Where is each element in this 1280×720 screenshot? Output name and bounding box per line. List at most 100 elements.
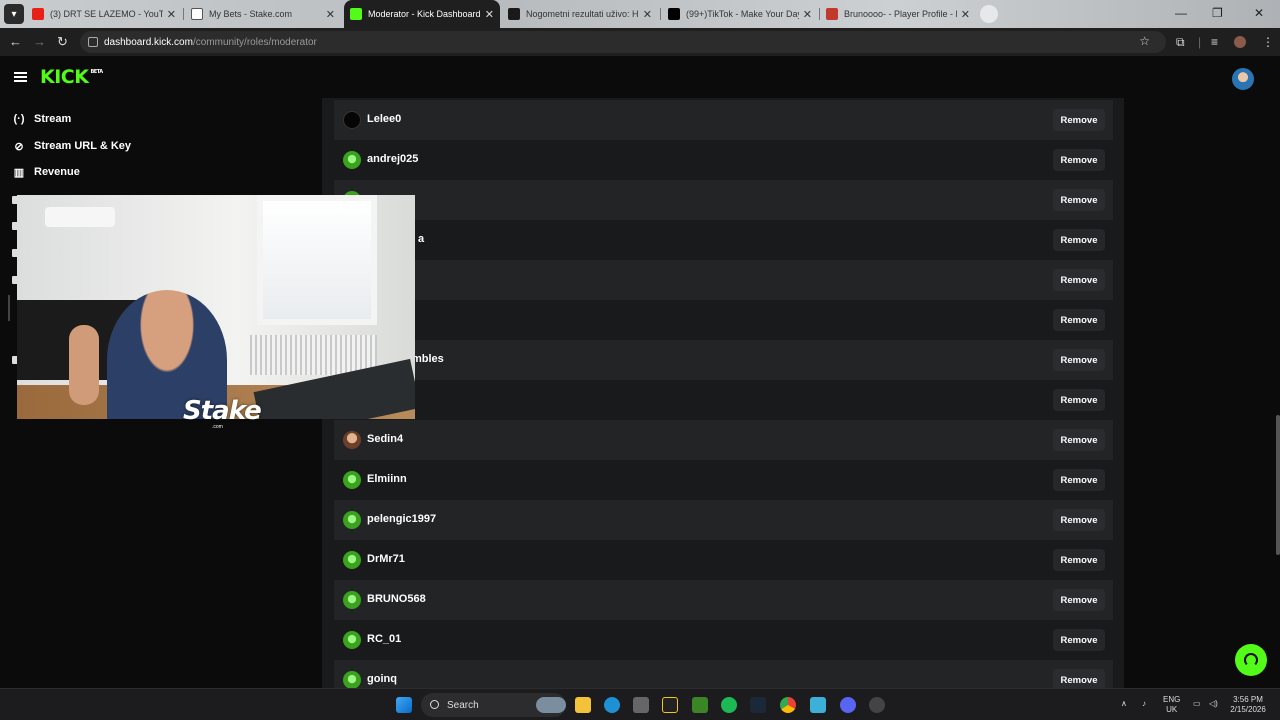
moderator-row: andrej025 Remove — [334, 140, 1113, 180]
moderator-row: a Remove — [334, 220, 1113, 260]
remove-button[interactable]: Remove — [1053, 109, 1105, 131]
close-icon[interactable]: ✕ — [643, 8, 652, 21]
moderator-username[interactable]: mbles — [412, 353, 444, 365]
bookmark-star-icon[interactable]: ☆ — [1139, 34, 1150, 48]
clock-time: 3:56 PM — [1233, 695, 1263, 704]
tab-title: My Bets - Stake.com — [209, 9, 293, 19]
user-avatar — [343, 111, 361, 129]
moderator-row: RC_01 Remove — [334, 620, 1113, 660]
moderator-username[interactable]: a — [418, 233, 424, 245]
moderator-username[interactable]: andrej025 — [367, 153, 418, 165]
app-icon[interactable] — [869, 697, 885, 713]
store-icon[interactable] — [633, 697, 649, 713]
tab-kick-dashboard[interactable]: Moderator - Kick Dashboard ✕ — [344, 0, 500, 28]
moderator-row: Elmiinn Remove — [334, 460, 1113, 500]
sidebar-item-stream-url-key[interactable]: ⊘ Stream URL & Key — [12, 136, 131, 156]
remove-button[interactable]: Remove — [1053, 149, 1105, 171]
remove-button[interactable]: Remove — [1053, 629, 1105, 651]
spotify-icon[interactable] — [721, 697, 737, 713]
remove-button[interactable]: Remove — [1053, 509, 1105, 531]
remove-button[interactable]: Remove — [1053, 229, 1105, 251]
windows-start-icon[interactable] — [396, 697, 412, 713]
minimize-icon[interactable]: — — [1175, 6, 1187, 20]
page-scrollbar[interactable] — [1276, 415, 1280, 555]
site-info-icon[interactable] — [88, 37, 98, 47]
tab-title: Nogometni rezultati uživo: HN — [526, 9, 639, 19]
user-avatar[interactable] — [1232, 68, 1254, 90]
reload-icon[interactable]: ↻ — [57, 34, 68, 50]
remove-button[interactable]: Remove — [1053, 269, 1105, 291]
close-window-icon[interactable]: ✕ — [1254, 6, 1264, 20]
close-icon[interactable]: ✕ — [326, 8, 335, 21]
moderator-username[interactable]: pelengic1997 — [367, 513, 436, 525]
new-tab-button[interactable] — [980, 5, 998, 23]
tab-livescore[interactable]: Nogometni rezultati uživo: HN ✕ — [502, 2, 658, 26]
url-field[interactable]: dashboard.kick.com/community/roles/moder… — [80, 31, 1166, 53]
stake-logo-suffix: .com — [212, 424, 223, 430]
moderator-row: Remove — [334, 180, 1113, 220]
logo-text: KICK — [40, 66, 89, 88]
close-icon[interactable]: ✕ — [485, 8, 494, 21]
back-icon[interactable]: ← — [9, 34, 22, 49]
tab-faceit[interactable]: Brunoooo- - Player Profile - FA ✕ — [820, 2, 976, 26]
forward-icon[interactable]: → — [33, 34, 46, 49]
remove-button[interactable]: Remove — [1053, 389, 1105, 411]
remove-button[interactable]: Remove — [1053, 469, 1105, 491]
tab-tiktok[interactable]: (99+)TikTok - Make Your Day ✕ — [662, 2, 818, 26]
tab-stake[interactable]: My Bets - Stake.com ✕ — [185, 2, 341, 26]
reading-list-icon[interactable]: ≡ — [1211, 35, 1218, 49]
more-menu-icon[interactable]: ⋮ — [1262, 35, 1274, 49]
minecraft-icon[interactable] — [692, 697, 708, 713]
remove-button[interactable]: Remove — [1053, 589, 1105, 611]
user-avatar — [343, 431, 361, 449]
user-avatar — [343, 471, 361, 489]
maximize-icon[interactable]: ❐ — [1212, 6, 1223, 20]
chrome-icon[interactable] — [780, 697, 796, 713]
tab-title: Brunoooo- - Player Profile - FA — [844, 9, 957, 19]
profile-icon[interactable] — [1234, 36, 1246, 48]
app-icon[interactable] — [662, 697, 678, 713]
moderator-username[interactable]: Elmiinn — [367, 473, 407, 485]
kick-logo[interactable]: KICK BETA — [40, 66, 103, 88]
remove-button[interactable]: Remove — [1053, 549, 1105, 571]
discord-icon[interactable] — [840, 697, 856, 713]
extensions-icon[interactable]: ⧉ — [1176, 35, 1185, 50]
moderator-row: BRUNO568 Remove — [334, 580, 1113, 620]
moderator-username[interactable]: Sedin4 — [367, 433, 403, 445]
remove-button[interactable]: Remove — [1053, 669, 1105, 688]
headset-icon — [1244, 653, 1258, 667]
close-icon[interactable]: ✕ — [961, 8, 970, 21]
moderator-row: Remove — [334, 380, 1113, 420]
close-icon[interactable]: ✕ — [803, 8, 812, 21]
support-chat-button[interactable] — [1235, 644, 1267, 676]
chevron-up-icon[interactable]: ∧ — [1121, 699, 1127, 709]
sneaker-widget-icon[interactable] — [536, 697, 566, 713]
tab-youtube[interactable]: (3) DRT SE LAZEMO - YouTube ✕ — [26, 2, 182, 26]
remove-button[interactable]: Remove — [1053, 309, 1105, 331]
steam-icon[interactable] — [750, 697, 766, 713]
moderator-row: goinq Remove — [334, 660, 1113, 688]
sidebar-item-revenue[interactable]: ▥ Revenue — [12, 162, 80, 182]
remove-button[interactable]: Remove — [1053, 429, 1105, 451]
sidebar-item-stream[interactable]: (·) Stream — [12, 109, 72, 129]
notepad-icon[interactable] — [810, 697, 826, 713]
volume-icon[interactable]: ◁) — [1209, 699, 1218, 709]
moderator-username[interactable]: goinq — [367, 673, 397, 685]
clock[interactable]: 3:56 PM 2/15/2026 — [1228, 695, 1268, 715]
moderator-username[interactable]: RC_01 — [367, 633, 401, 645]
microphone-icon[interactable]: ♪ — [1142, 699, 1146, 709]
edge-icon[interactable] — [604, 697, 620, 713]
hamburger-menu-icon[interactable] — [14, 72, 27, 82]
moderator-username[interactable]: DrMr71 — [367, 553, 405, 565]
remove-button[interactable]: Remove — [1053, 349, 1105, 371]
remove-button[interactable]: Remove — [1053, 189, 1105, 211]
moderator-row: Remove — [334, 260, 1113, 300]
moderator-username[interactable]: BRUNO568 — [367, 593, 426, 605]
close-icon[interactable]: ✕ — [167, 8, 176, 21]
language-indicator[interactable]: ENG UK — [1163, 695, 1180, 715]
network-icon[interactable]: ▭ — [1193, 699, 1201, 709]
moderator-username[interactable]: Lelee0 — [367, 113, 401, 125]
file-explorer-icon[interactable] — [575, 697, 591, 713]
tab-search-button[interactable]: ▾ — [4, 4, 24, 24]
stake-logo: Stake — [183, 396, 262, 426]
